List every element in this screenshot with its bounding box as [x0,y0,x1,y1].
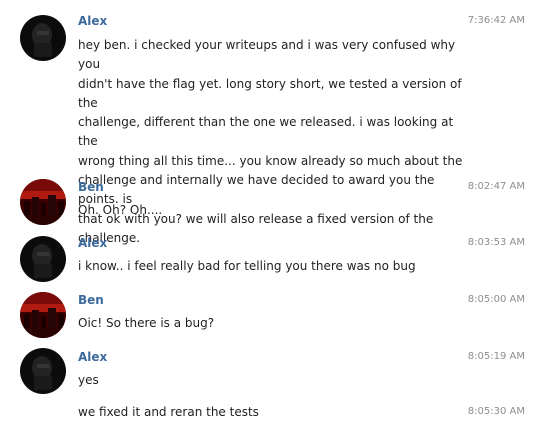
sender-name[interactable]: Ben [78,179,104,195]
timestamp: 7:36:42 AM [467,15,525,26]
message-line: challenge, different than the one we rel… [78,115,454,149]
message-text: we fixed it and reran the tests [78,405,259,419]
timestamp: 8:05:30 AM [467,406,525,417]
timestamp: 8:03:53 AM [467,237,525,248]
avatar-ben[interactable] [20,292,66,338]
timestamp: 8:02:47 AM [467,181,525,192]
avatar-alex[interactable] [20,15,66,61]
red-city-avatar-icon [20,179,66,225]
message-text: Oh. Oh? Oh.... [78,203,163,217]
red-city-avatar-icon [20,292,66,338]
sender-name[interactable]: Alex [78,13,107,29]
timestamp: 8:05:19 AM [467,351,525,362]
dark-avatar-icon [20,236,66,282]
sender-name[interactable]: Ben [78,292,104,308]
message-line: didn't have the flag yet. long story sho… [78,76,462,110]
dark-avatar-icon [20,15,66,61]
message-line: hey ben. i checked your writeups and i w… [78,38,456,72]
message-text: Oic! So there is a bug? [78,316,215,330]
message-text: yes [78,373,99,387]
timestamp: 8:05:00 AM [467,294,525,305]
message-line: wrong thing all this time... you know al… [78,153,463,168]
chat-log: Alex 7:36:42 AM hey ben. i checked your … [0,0,547,430]
sender-name[interactable]: Alex [78,349,107,365]
avatar-alex[interactable] [20,236,66,282]
dark-avatar-icon [20,348,66,394]
avatar-ben[interactable] [20,179,66,225]
message-text: i know.. i feel really bad for telling y… [78,259,416,273]
sender-name[interactable]: Alex [78,235,107,251]
avatar-alex[interactable] [20,348,66,394]
message-line: challenge. [78,230,141,245]
